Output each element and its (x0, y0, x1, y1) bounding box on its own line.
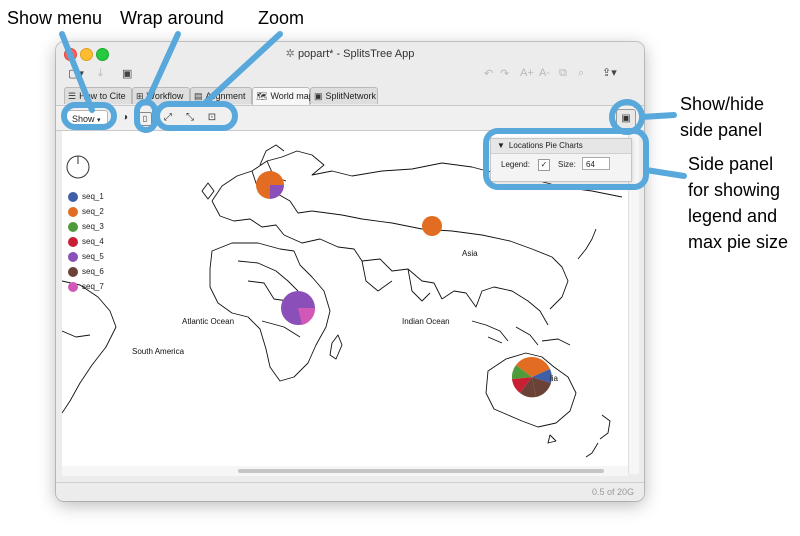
wrap-around-toggle-icon[interactable]: ◑ (117, 110, 133, 126)
pie-chart-asia[interactable] (422, 216, 442, 236)
legend-item: seq_6 (68, 266, 128, 278)
app-logo-icon: ✲ (285, 48, 298, 60)
size-label: Size: (558, 160, 576, 169)
legend-checkbox[interactable]: ✓ (538, 159, 550, 171)
side-panel: ▼ Locations Pie Charts Legend: ✓ Size: 64 (490, 138, 632, 182)
network-icon: ▣ (314, 91, 323, 101)
pie-chart-africa[interactable] (281, 291, 316, 325)
annotation-show-hide-1: Show/hide (680, 94, 765, 114)
window-title: popart* - SplitsTree App (297, 48, 415, 60)
show-hide-side-panel-button[interactable]: ▣ (616, 109, 636, 129)
legend-item: seq_1 (68, 191, 128, 203)
tab-workflow[interactable]: ⊞ Workflow (132, 87, 190, 104)
memory-status: 0.5 of 20G (591, 487, 634, 497)
wrap-around-icon[interactable]: ▯ (138, 112, 152, 126)
app-window: ✲ popart* - SplitsTree App ▢▾ ⤓ ▣ ↶ ↷ A+… (56, 42, 644, 501)
zoom-to-fit-icon[interactable]: ⊡ (204, 110, 220, 126)
map-label-australia: lia (550, 374, 559, 383)
panel-header[interactable]: ▼ Locations Pie Charts (491, 139, 631, 154)
legend-label: Legend: (501, 160, 530, 169)
redo-icon[interactable]: ↷ (500, 67, 509, 80)
annotation-side-panel-4: max pie size (688, 232, 789, 252)
annotation-side-panel-2: for showing (688, 180, 781, 200)
copy-icon[interactable]: ⧉ (559, 67, 567, 80)
tab-split-network[interactable]: ▣ SplitNetwork (310, 87, 378, 104)
search-icon[interactable]: ⌕ (578, 67, 584, 80)
tab-alignment[interactable]: ▤ Alignment (190, 87, 252, 104)
lines-icon: ☰ (68, 91, 77, 101)
annotation-side-panel-1: Side panel (688, 154, 774, 174)
vertical-scrollbar[interactable] (628, 131, 639, 474)
font-increase-icon[interactable]: A+ (520, 67, 534, 79)
chevron-down-icon: ▾ (97, 117, 101, 124)
map-icon: 🗺 (256, 91, 268, 101)
disclosure-triangle-icon: ▼ (497, 141, 505, 150)
show-menu-button[interactable]: Show ▾ (66, 110, 108, 126)
annotation-show-hide-2: side panel (680, 120, 763, 140)
title-bar: ✲ popart* - SplitsTree App (56, 42, 644, 64)
map-label-atlantic: Atlantic Ocean (182, 317, 235, 326)
size-field[interactable]: 64 (582, 157, 610, 170)
font-decrease-icon[interactable]: A- (539, 67, 550, 79)
undo-icon[interactable]: ↶ (484, 67, 493, 80)
legend-item: seq_5 (68, 251, 128, 263)
legend-item: seq_3 (68, 221, 128, 233)
pie-chart-australia[interactable] (511, 357, 552, 398)
map-label-asia: Asia (462, 249, 478, 258)
share-icon[interactable]: ⇪▾ (602, 66, 617, 79)
sidebar-icon[interactable]: ▣ (122, 67, 132, 80)
annotation-zoom: Zoom (258, 8, 305, 28)
new-document-icon[interactable]: ▢▾ (68, 67, 84, 80)
side-panel-pointer (643, 167, 687, 179)
navigation-control[interactable] (66, 155, 90, 179)
horizontal-scrollbar[interactable] (62, 466, 628, 476)
annotation-wrap-around: Wrap around (120, 8, 224, 28)
download-icon[interactable]: ⤓ (98, 67, 103, 80)
annotation-show-menu: Show menu (7, 8, 103, 28)
world-map-outline (62, 144, 623, 458)
legend-item: seq_2 (68, 206, 128, 218)
map-toolbar: Show ▾ ◑ ▯ ⤢ ⤡ ⊡ ▣ (56, 105, 644, 131)
horizontal-scroll-thumb[interactable] (238, 469, 604, 473)
map-label-indian: Indian Ocean (402, 317, 450, 326)
world-map-view[interactable]: Asia Atlantic Ocean Indian Ocean South A… (62, 131, 628, 474)
show-hide-pointer (639, 112, 677, 120)
pie-chart-europe[interactable] (256, 171, 284, 199)
alignment-icon: ▤ (194, 91, 203, 101)
tab-how-to-cite[interactable]: ☰ How to Cite (64, 87, 132, 104)
workflow-icon: ⊞ (136, 91, 144, 101)
zoom-out-icon[interactable]: ⤡ (182, 110, 198, 126)
annotation-side-panel-3: legend and (688, 206, 778, 226)
tab-world-map[interactable]: 🗺 World map (252, 87, 314, 105)
status-bar: 0.5 of 20G (56, 482, 644, 501)
legend-item: seq_4 (68, 236, 128, 248)
zoom-in-icon[interactable]: ⤢ (160, 110, 176, 126)
legend-item: seq_7 (68, 281, 128, 293)
map-label-south-america: South America (132, 347, 185, 356)
